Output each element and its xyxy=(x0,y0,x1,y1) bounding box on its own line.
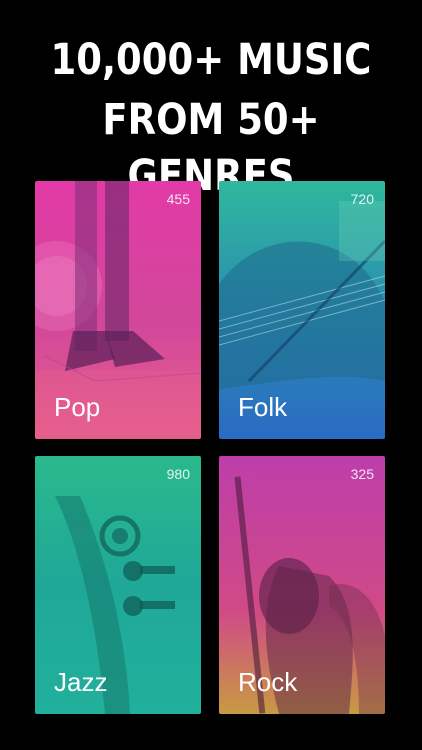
track-count: 720 xyxy=(350,191,374,207)
track-count: 980 xyxy=(166,466,190,482)
track-count: 455 xyxy=(166,191,190,207)
genre-label: Rock xyxy=(238,667,298,697)
genre-card-pop[interactable]: 455 Pop xyxy=(35,181,201,439)
headline-line-1: 10,000+ MUSIC xyxy=(50,35,372,85)
genre-card-folk[interactable]: 720 Folk xyxy=(219,181,385,439)
genre-label: Pop xyxy=(54,392,101,422)
genre-card-rock[interactable]: 325 Rock xyxy=(219,456,385,714)
genre-label: Folk xyxy=(238,392,288,422)
genre-label: Jazz xyxy=(54,667,108,697)
genre-card-jazz[interactable]: 980 Jazz xyxy=(35,456,201,714)
track-count: 325 xyxy=(350,466,374,482)
